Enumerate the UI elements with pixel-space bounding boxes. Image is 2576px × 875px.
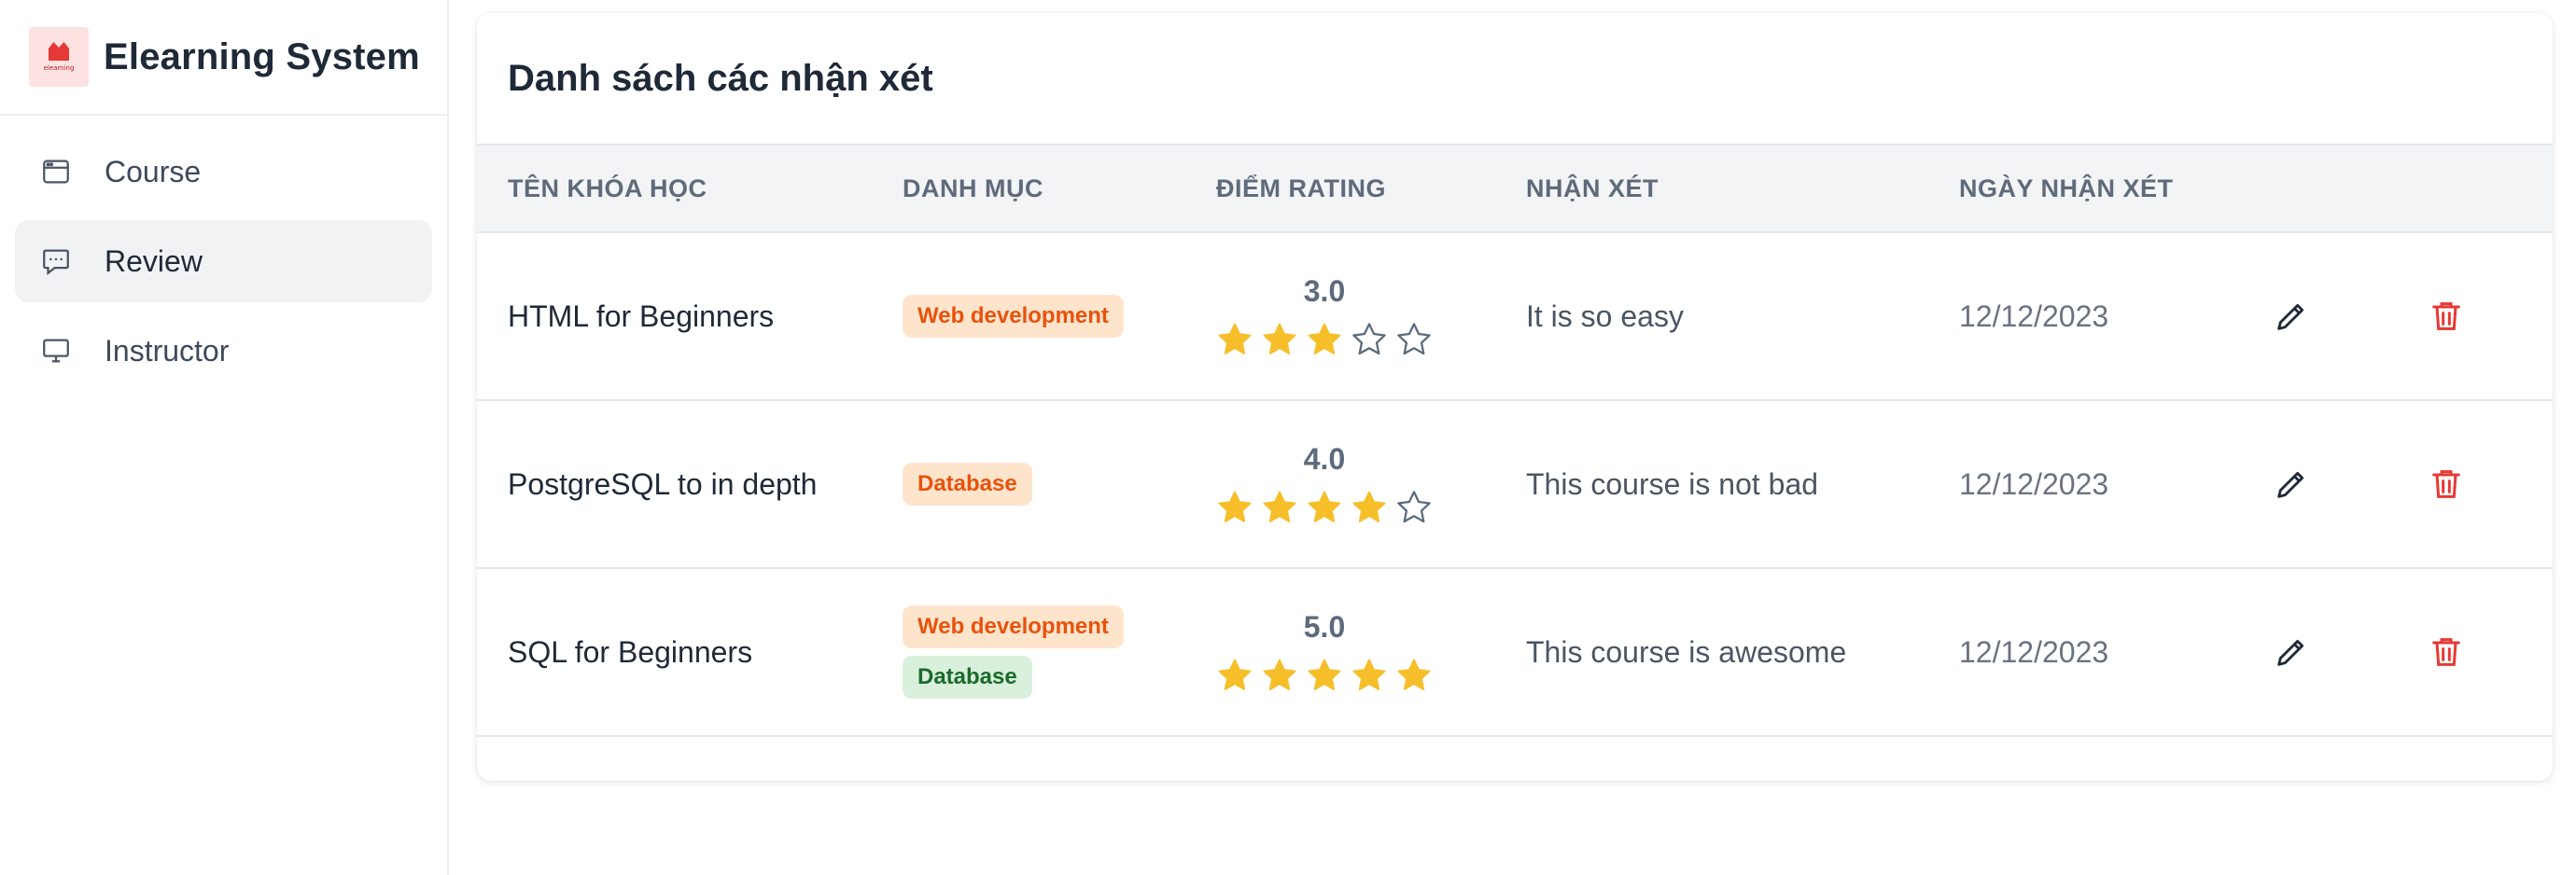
chat-icon bbox=[39, 244, 73, 278]
trash-icon bbox=[2432, 638, 2460, 666]
rating: 5.0 bbox=[1212, 610, 1436, 695]
table-row: SQL for Beginners Web development Databa… bbox=[477, 568, 2553, 736]
reviews-table: TÊN KHÓA HỌC DANH MỤC ĐIỂM RATING NHẬN X… bbox=[477, 144, 2553, 737]
review-comment: It is so easy bbox=[1526, 299, 1684, 333]
table-header-row: TÊN KHÓA HỌC DANH MỤC ĐIỂM RATING NHẬN X… bbox=[477, 144, 2553, 233]
star-rating bbox=[1215, 320, 1434, 359]
reviews-card: Danh sách các nhận xét TÊN KHÓA HỌC DANH… bbox=[477, 13, 2553, 781]
review-comment: This course is awesome bbox=[1526, 634, 1847, 669]
delete-button[interactable] bbox=[2424, 630, 2469, 674]
category-cell: Web development bbox=[903, 232, 1216, 400]
rating-cell: 5.0 bbox=[1216, 568, 1526, 736]
star-empty-icon bbox=[1397, 322, 1431, 354]
header-edit bbox=[2269, 144, 2415, 233]
review-date: 12/12/2023 bbox=[1959, 466, 2109, 501]
pencil-icon bbox=[2277, 639, 2304, 666]
header-delete bbox=[2415, 144, 2553, 233]
trash-icon bbox=[2432, 302, 2460, 330]
sidebar-item-instructor[interactable]: Instructor bbox=[15, 310, 432, 392]
star-filled-icon bbox=[1263, 491, 1296, 522]
star-filled-icon bbox=[1352, 659, 1386, 690]
review-comment: This course is not bad bbox=[1526, 466, 1819, 501]
main-content: Danh sách các nhận xét TÊN KHÓA HỌC DANH… bbox=[449, 0, 2576, 875]
table-row: HTML for Beginners Web development 3.0 I… bbox=[477, 232, 2553, 400]
category-badge: Web development bbox=[903, 295, 1124, 338]
table-row: PostgreSQL to in depth Database 4.0 This… bbox=[477, 400, 2553, 568]
rating-cell: 4.0 bbox=[1216, 400, 1526, 568]
star-empty-icon bbox=[1397, 490, 1431, 522]
edit-button[interactable] bbox=[2269, 294, 2314, 339]
pencil-icon bbox=[2277, 303, 2304, 330]
star-rating bbox=[1215, 656, 1434, 695]
sidebar-item-label: Instructor bbox=[105, 333, 230, 368]
sidebar-nav: Course Review Instructor bbox=[0, 116, 447, 414]
page-title: Danh sách các nhận xét bbox=[508, 57, 933, 99]
star-filled-icon bbox=[1352, 491, 1386, 522]
star-filled-icon bbox=[1308, 491, 1341, 522]
category-badge: Database bbox=[903, 656, 1032, 699]
edit-button[interactable] bbox=[2269, 630, 2314, 674]
header-date: NGÀY NHẬN XÉT bbox=[1959, 144, 2269, 233]
monitor-icon bbox=[39, 334, 73, 368]
star-empty-icon bbox=[1352, 322, 1386, 354]
course-name: HTML for Beginners bbox=[508, 299, 775, 333]
app-logo: elearning bbox=[29, 27, 89, 87]
app-root: elearning Elearning System Course Review bbox=[0, 0, 2576, 875]
rating-score: 5.0 bbox=[1303, 609, 1346, 644]
delete-button[interactable] bbox=[2424, 294, 2469, 339]
delete-button[interactable] bbox=[2424, 462, 2469, 507]
category-cell: Web development Database bbox=[903, 568, 1216, 736]
header-rating: ĐIỂM RATING bbox=[1216, 144, 1526, 233]
review-date: 12/12/2023 bbox=[1959, 634, 2109, 669]
header-course: TÊN KHÓA HỌC bbox=[477, 144, 903, 233]
course-name: PostgreSQL to in depth bbox=[508, 466, 818, 501]
logo-text: elearning bbox=[43, 64, 75, 72]
edit-button[interactable] bbox=[2269, 462, 2314, 507]
sidebar-item-label: Review bbox=[105, 243, 203, 278]
star-filled-icon bbox=[1397, 659, 1431, 690]
star-filled-icon bbox=[1308, 323, 1341, 354]
header-comment: NHẬN XÉT bbox=[1526, 144, 1959, 233]
rating-cell: 3.0 bbox=[1216, 232, 1526, 400]
category-badge: Web development bbox=[903, 605, 1124, 648]
trash-icon bbox=[2432, 470, 2460, 498]
category-cell: Database bbox=[903, 400, 1216, 568]
star-rating bbox=[1215, 488, 1434, 527]
category-badge: Database bbox=[903, 463, 1032, 506]
star-filled-icon bbox=[1263, 323, 1296, 354]
header-category: DANH MỤC bbox=[903, 144, 1216, 233]
star-filled-icon bbox=[1218, 323, 1252, 354]
pencil-icon bbox=[2277, 471, 2304, 498]
window-icon bbox=[39, 155, 73, 188]
app-name: Elearning System bbox=[104, 35, 420, 77]
sidebar-item-review[interactable]: Review bbox=[15, 220, 432, 302]
course-name: SQL for Beginners bbox=[508, 634, 753, 669]
star-filled-icon bbox=[1218, 659, 1252, 690]
star-filled-icon bbox=[1218, 491, 1252, 522]
sidebar-item-label: Course bbox=[105, 154, 202, 188]
rating-score: 3.0 bbox=[1303, 273, 1346, 308]
rating: 4.0 bbox=[1212, 442, 1436, 527]
rating: 3.0 bbox=[1212, 274, 1436, 359]
review-date: 12/12/2023 bbox=[1959, 299, 2109, 333]
rating-score: 4.0 bbox=[1303, 441, 1346, 476]
sidebar: elearning Elearning System Course Review bbox=[0, 0, 449, 875]
sidebar-item-course[interactable]: Course bbox=[15, 131, 432, 213]
logo-crown-icon bbox=[49, 42, 69, 61]
star-filled-icon bbox=[1308, 659, 1341, 690]
star-filled-icon bbox=[1263, 659, 1296, 690]
brand[interactable]: elearning Elearning System bbox=[0, 0, 447, 116]
